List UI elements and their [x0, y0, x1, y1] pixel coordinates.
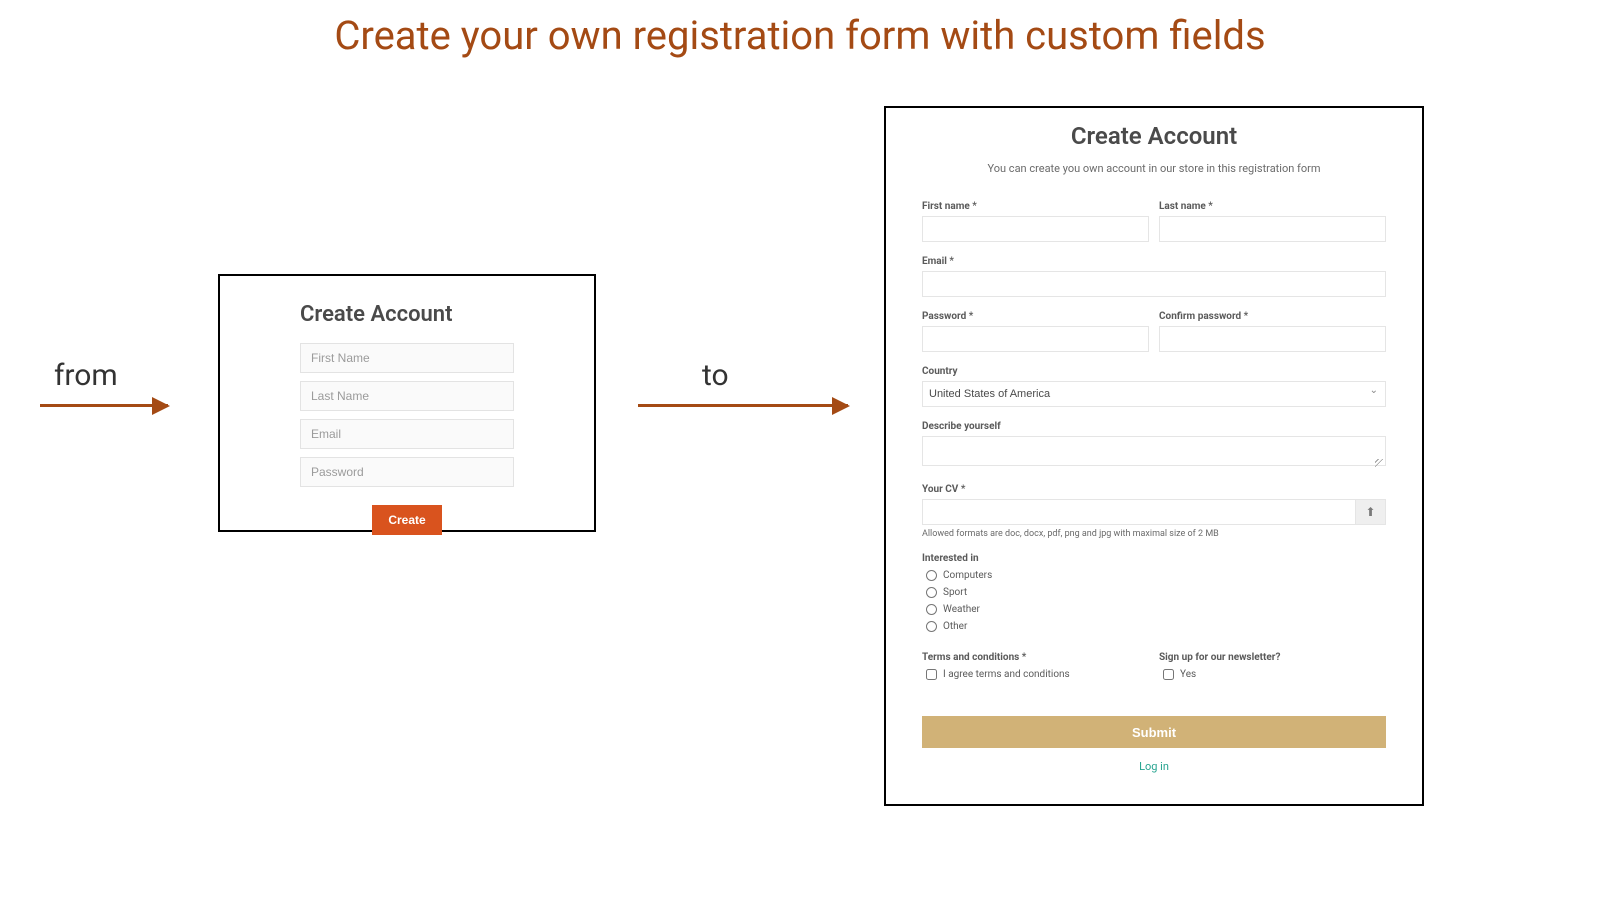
describe-textarea[interactable]	[922, 436, 1386, 466]
newsletter-label: Sign up for our newsletter?	[1159, 652, 1386, 663]
cv-help-text: Allowed formats are doc, docx, pdf, png …	[922, 529, 1386, 539]
interest-radio[interactable]	[926, 621, 937, 632]
upload-button[interactable]: ⬆	[1356, 499, 1386, 525]
first-name-field[interactable]	[300, 343, 514, 373]
upload-icon: ⬆	[1365, 505, 1375, 519]
arrow-to-icon	[638, 404, 848, 407]
last-name-field[interactable]	[300, 381, 514, 411]
terms-checkbox-row[interactable]: I agree terms and conditions	[926, 669, 1149, 680]
newsletter-checkbox[interactable]	[1163, 669, 1174, 680]
advanced-form-panel: Create Account You can create you own ac…	[884, 106, 1424, 806]
interest-option-sport[interactable]: Sport	[926, 587, 1386, 598]
arrow-from-icon	[40, 404, 168, 407]
from-label: from	[54, 358, 118, 393]
create-button[interactable]: Create	[372, 505, 441, 535]
interested-label: Interested in	[922, 553, 1386, 564]
password-field[interactable]	[300, 457, 514, 487]
country-label: Country	[922, 366, 1386, 377]
submit-button[interactable]: Submit	[922, 716, 1386, 748]
terms-checkbox-label: I agree terms and conditions	[943, 669, 1070, 680]
terms-label: Terms and conditions *	[922, 652, 1149, 663]
email-label: Email *	[922, 256, 1386, 267]
interest-radio[interactable]	[926, 604, 937, 615]
login-link[interactable]: Log in	[922, 760, 1386, 773]
simple-form-panel: Create Account Create	[218, 274, 596, 532]
adv-confirm-password-field[interactable]	[1159, 326, 1386, 352]
confirm-password-label: Confirm password *	[1159, 311, 1386, 322]
advanced-form-title: Create Account	[922, 122, 1386, 150]
newsletter-checkbox-label: Yes	[1180, 669, 1196, 680]
terms-checkbox[interactable]	[926, 669, 937, 680]
newsletter-checkbox-row[interactable]: Yes	[1163, 669, 1386, 680]
adv-first-name-field[interactable]	[922, 216, 1149, 242]
adv-last-name-field[interactable]	[1159, 216, 1386, 242]
adv-password-field[interactable]	[922, 326, 1149, 352]
page-title: Create your own registration form with c…	[0, 12, 1600, 59]
interest-label: Computers	[943, 570, 992, 581]
interest-option-computers[interactable]: Computers	[926, 570, 1386, 581]
to-label: to	[702, 358, 729, 393]
interest-label: Weather	[943, 604, 980, 615]
simple-form-title: Create Account	[300, 302, 514, 327]
first-name-label: First name *	[922, 201, 1149, 212]
email-field[interactable]	[300, 419, 514, 449]
advanced-form-subtitle: You can create you own account in our st…	[922, 162, 1386, 175]
cv-label: Your CV *	[922, 484, 1386, 495]
password-label: Password *	[922, 311, 1149, 322]
last-name-label: Last name *	[1159, 201, 1386, 212]
interest-option-weather[interactable]: Weather	[926, 604, 1386, 615]
interest-radio[interactable]	[926, 570, 937, 581]
country-select[interactable]: United States of America	[922, 381, 1386, 407]
interest-radio[interactable]	[926, 587, 937, 598]
interest-label: Sport	[943, 587, 967, 598]
adv-email-field[interactable]	[922, 271, 1386, 297]
interest-option-other[interactable]: Other	[926, 621, 1386, 632]
cv-file-field[interactable]	[922, 499, 1356, 525]
describe-label: Describe yourself	[922, 421, 1386, 432]
interest-label: Other	[943, 621, 967, 632]
